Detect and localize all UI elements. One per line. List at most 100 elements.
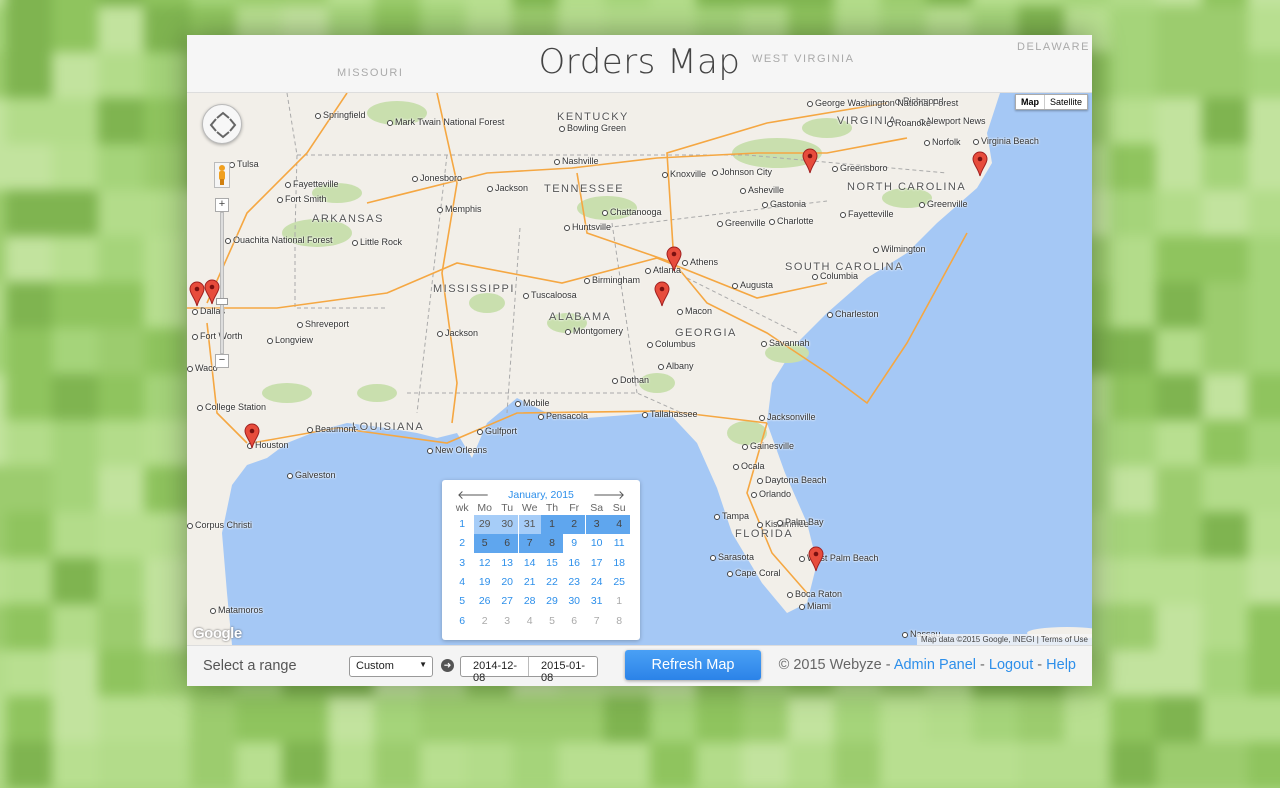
background-tile — [1202, 236, 1248, 282]
calendar-day[interactable]: 1 — [540, 515, 564, 534]
calendar-day[interactable]: 26 — [474, 592, 496, 611]
calendar-day[interactable]: 23 — [563, 573, 585, 592]
background-tile — [512, 696, 558, 742]
calendar-day[interactable]: 2 — [563, 515, 586, 534]
calendar-day[interactable]: 8 — [608, 612, 630, 631]
week-number: 3 — [459, 556, 466, 569]
order-marker-pin-icon[interactable] — [244, 423, 260, 449]
order-marker-pin-icon[interactable] — [972, 151, 988, 177]
calendar-day[interactable]: 2 — [474, 612, 496, 631]
map[interactable]: KENTUCKY VIRGINIA TENNESSEE NORTH CAROLINA A… — [187, 93, 1092, 645]
background-tile — [6, 650, 52, 696]
calendar-day[interactable]: 12 — [474, 554, 496, 573]
arrow-right-circle-icon[interactable]: ➜ — [441, 659, 454, 672]
calendar-day[interactable]: 24 — [586, 573, 608, 592]
background-tile — [1110, 374, 1156, 420]
order-marker-pin-icon[interactable] — [808, 546, 824, 572]
calendar-day[interactable]: 4 — [519, 612, 541, 631]
background-tile — [6, 282, 52, 328]
background-tile — [52, 52, 98, 98]
calendar-day[interactable]: 13 — [496, 554, 518, 573]
calendar-day[interactable]: 22 — [541, 573, 563, 592]
dropdown-arrow-icon: ▼ — [419, 660, 427, 669]
street-view-pegman-button[interactable] — [214, 162, 230, 188]
background-tile — [52, 98, 98, 144]
end-date-input[interactable]: 2015-01-08 — [529, 657, 597, 684]
zoom-slider-handle[interactable] — [216, 298, 228, 305]
header: MISSOURI WEST VIRGINIA DELAWARE Orders M… — [187, 35, 1092, 93]
range-select[interactable]: Custom ▼ — [349, 656, 433, 677]
calendar-day[interactable]: 5 — [473, 534, 496, 554]
calendar-day[interactable]: 30 — [496, 515, 519, 534]
background-tile — [1248, 512, 1280, 558]
calendar-day[interactable]: 6 — [496, 534, 519, 554]
calendar-day[interactable]: 1 — [608, 592, 630, 611]
background-tile — [236, 696, 282, 742]
calendar-day[interactable]: 21 — [519, 573, 541, 592]
pan-control[interactable] — [202, 104, 242, 144]
calendar-day[interactable]: 3 — [585, 515, 608, 534]
calendar-day[interactable]: 28 — [519, 592, 541, 611]
map-type-map-button[interactable]: Map — [1016, 95, 1045, 109]
background-tile — [144, 604, 190, 650]
start-date-input[interactable]: 2014-12-08 — [461, 657, 530, 684]
week-number: 6 — [459, 614, 466, 627]
calendar-day[interactable]: 29 — [541, 592, 563, 611]
terms-link[interactable]: Terms of Use — [1041, 635, 1088, 644]
zoom-slider[interactable] — [220, 212, 224, 354]
calendar-day[interactable]: 17 — [586, 554, 608, 573]
calendar-day[interactable]: 4 — [608, 515, 631, 534]
city-label: Mobile — [515, 398, 550, 408]
zoom-out-button[interactable]: − — [215, 354, 229, 368]
city-label: Jackson — [487, 183, 528, 193]
admin-panel-link[interactable]: Admin Panel — [894, 657, 976, 673]
calendar-day[interactable]: 6 — [563, 612, 585, 631]
calendar-day[interactable]: 11 — [608, 534, 630, 553]
calendar-day[interactable]: 19 — [474, 573, 496, 592]
zoom-in-button[interactable]: + — [215, 198, 229, 212]
city-label: Matamoros — [210, 605, 263, 615]
calendar-day[interactable]: 30 — [563, 592, 585, 611]
calendar-day[interactable]: 29 — [473, 515, 496, 534]
calendar-day[interactable]: 18 — [608, 554, 630, 573]
background-tile — [742, 696, 788, 742]
background-tile — [1110, 466, 1156, 512]
calendar-day[interactable]: 14 — [519, 554, 541, 573]
calendar-day[interactable]: 31 — [586, 592, 608, 611]
calendar-day[interactable]: 16 — [563, 554, 585, 573]
order-marker-pin-icon[interactable] — [189, 281, 205, 307]
calendar-day[interactable]: 20 — [496, 573, 518, 592]
logout-link[interactable]: Logout — [989, 657, 1033, 673]
background-tile — [1248, 742, 1280, 788]
background-tile — [52, 420, 98, 466]
order-marker-pin-icon[interactable] — [666, 246, 682, 272]
help-link[interactable]: Help — [1046, 657, 1076, 673]
refresh-map-button[interactable]: Refresh Map — [625, 650, 761, 680]
calendar-day[interactable]: 7 — [586, 612, 608, 631]
map-type-satellite-button[interactable]: Satellite — [1045, 95, 1087, 109]
calendar-day[interactable]: 10 — [586, 534, 608, 553]
calendar-day[interactable]: 9 — [563, 534, 585, 553]
background-tile — [282, 742, 328, 788]
calendar-day[interactable]: 25 — [608, 573, 630, 592]
background-tile — [190, 742, 236, 788]
background-tile — [650, 696, 696, 742]
order-marker-pin-icon[interactable] — [654, 281, 670, 307]
calendar-day[interactable]: 3 — [496, 612, 518, 631]
background-tile — [1110, 236, 1156, 282]
calendar-day[interactable]: 7 — [518, 534, 541, 554]
week-number: 4 — [459, 575, 466, 588]
background-tile — [420, 742, 466, 788]
background-tile — [6, 374, 52, 420]
calendar-day[interactable]: 5 — [541, 612, 563, 631]
calendar-day[interactable]: 8 — [540, 534, 564, 554]
calendar-day[interactable]: 15 — [541, 554, 563, 573]
background-tile — [52, 328, 98, 374]
city-label: Daytona Beach — [757, 475, 827, 485]
calendar-day[interactable]: 27 — [496, 592, 518, 611]
background-tile — [1202, 282, 1248, 328]
order-marker-pin-icon[interactable] — [802, 148, 818, 174]
background-tile — [1110, 650, 1156, 696]
background-tile — [144, 144, 190, 190]
calendar-day[interactable]: 31 — [518, 515, 541, 534]
